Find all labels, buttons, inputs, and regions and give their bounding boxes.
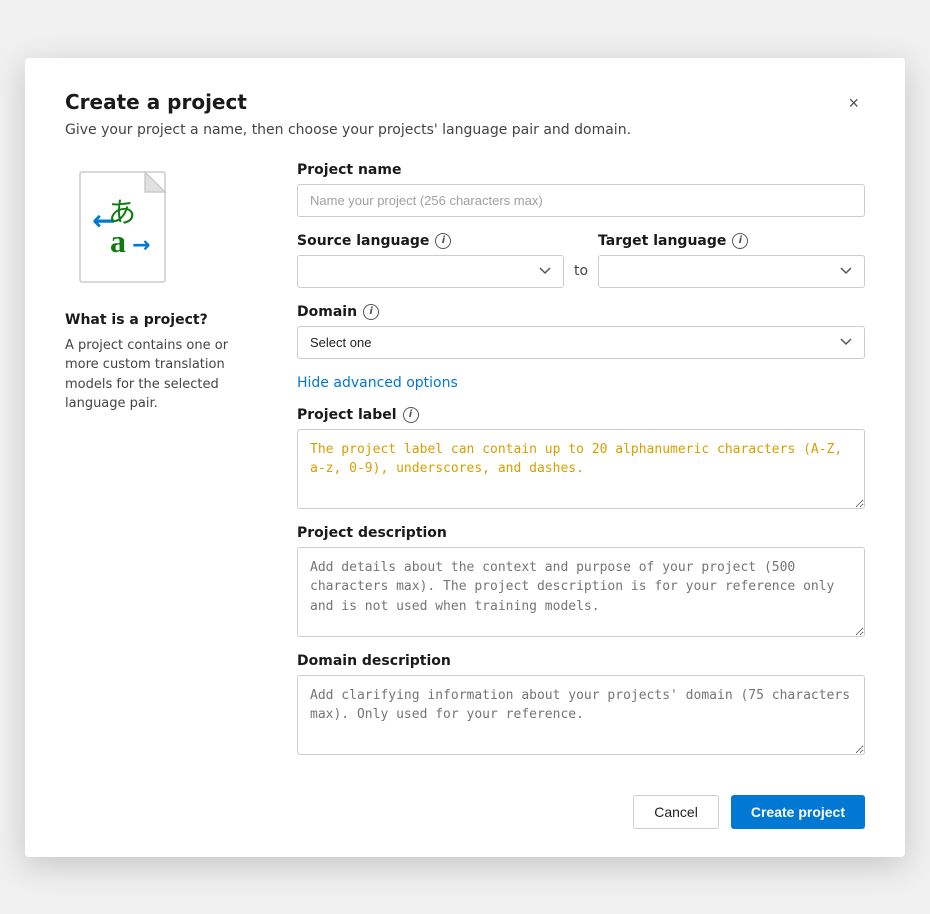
source-language-info-icon: i xyxy=(435,233,451,249)
dialog-footer: Cancel Create project xyxy=(65,779,865,829)
dialog-body: ← a あ → What is a project? A project con… xyxy=(65,162,865,755)
target-language-select[interactable] xyxy=(598,255,865,288)
project-name-group: Project name xyxy=(297,162,865,217)
domain-description-label: Domain description xyxy=(297,653,865,669)
dialog-title: Create a project xyxy=(65,90,247,114)
source-language-label: Source language i xyxy=(297,233,564,249)
project-icon: ← a あ → xyxy=(65,162,195,292)
svg-text:あ: あ xyxy=(108,198,136,229)
what-is-project-title: What is a project? xyxy=(65,312,208,328)
domain-info-icon: i xyxy=(363,304,379,320)
create-project-dialog: Create a project × Give your project a n… xyxy=(25,58,905,857)
domain-description-group: Domain description xyxy=(297,653,865,755)
hide-advanced-link[interactable]: Hide advanced options xyxy=(297,375,458,391)
right-panel: Project name Source language i to xyxy=(297,162,865,755)
project-name-label: Project name xyxy=(297,162,865,178)
domain-select[interactable]: Select one xyxy=(297,326,865,359)
cancel-button[interactable]: Cancel xyxy=(633,795,719,829)
dialog-header: Create a project × xyxy=(65,90,865,116)
source-language-group: Source language i xyxy=(297,233,564,288)
project-label-info-icon: i xyxy=(403,407,419,423)
left-panel: ← a あ → What is a project? A project con… xyxy=(65,162,265,755)
target-language-label: Target language i xyxy=(598,233,865,249)
project-description-group: Project description xyxy=(297,525,865,637)
project-description-textarea[interactable] xyxy=(297,547,865,637)
project-label-label: Project label i xyxy=(297,407,865,423)
translation-document-icon: ← a あ → xyxy=(70,162,190,292)
source-language-select[interactable] xyxy=(297,255,564,288)
create-project-button[interactable]: Create project xyxy=(731,795,865,829)
project-name-input[interactable] xyxy=(297,184,865,217)
project-label-group: Project label i xyxy=(297,407,865,509)
svg-text:→: → xyxy=(132,233,150,258)
language-row: Source language i to Target language i xyxy=(297,233,865,288)
dialog-subtitle: Give your project a name, then choose yo… xyxy=(65,122,865,138)
target-language-group: Target language i xyxy=(598,233,865,288)
what-is-project-desc: A project contains one or more custom tr… xyxy=(65,336,265,414)
project-description-label: Project description xyxy=(297,525,865,541)
to-label: to xyxy=(574,263,588,288)
domain-description-textarea[interactable] xyxy=(297,675,865,755)
target-language-info-icon: i xyxy=(732,233,748,249)
project-label-textarea[interactable] xyxy=(297,429,865,509)
domain-label: Domain i xyxy=(297,304,865,320)
close-button[interactable]: × xyxy=(842,90,865,116)
domain-group: Domain i Select one xyxy=(297,304,865,359)
